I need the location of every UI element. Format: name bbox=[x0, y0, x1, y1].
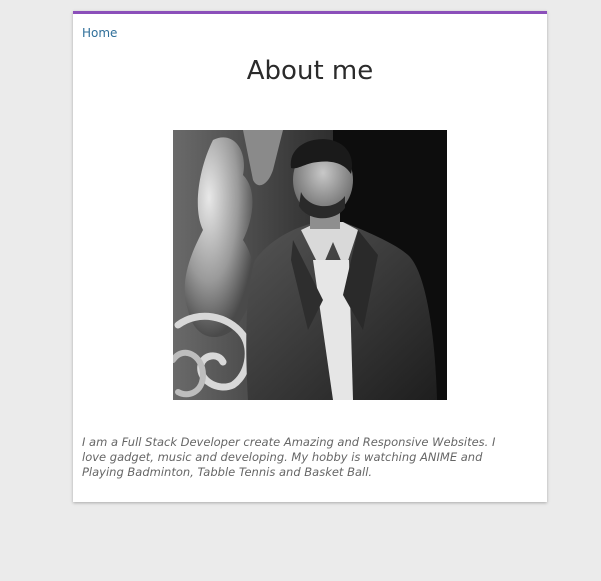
page-title: About me bbox=[246, 56, 374, 86]
home-link[interactable]: Home bbox=[82, 26, 117, 40]
bio-text: I am a Full Stack Developer create Amazi… bbox=[82, 435, 496, 479]
profile-photo bbox=[173, 130, 447, 400]
about-card: Home About me I am a Full Stack Develope… bbox=[73, 11, 547, 502]
